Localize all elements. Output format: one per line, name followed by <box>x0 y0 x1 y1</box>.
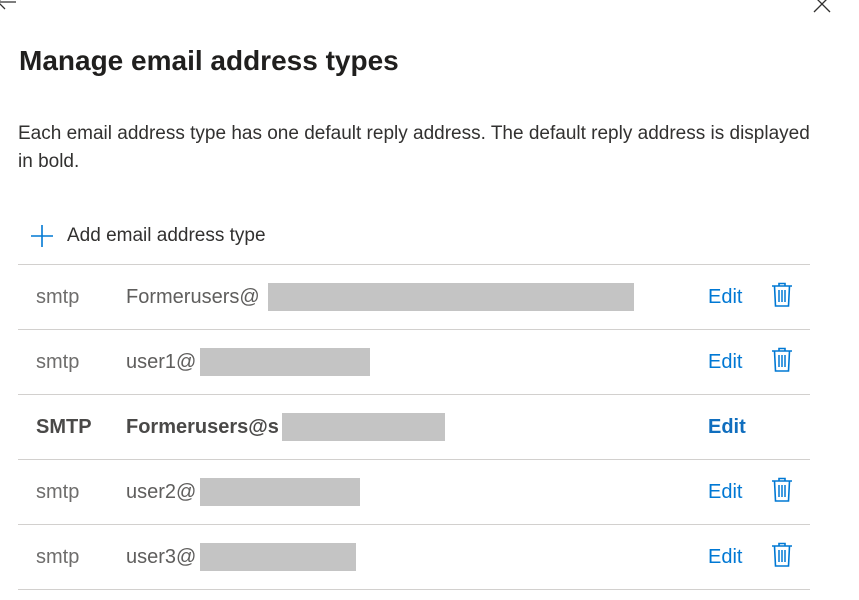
trash-icon <box>772 347 792 372</box>
address-type: smtp <box>36 351 80 373</box>
trash-icon <box>772 542 792 567</box>
delete-button[interactable] <box>771 477 793 503</box>
edit-link[interactable]: Edit <box>708 416 746 439</box>
address-type: smtp <box>36 286 80 308</box>
back-arrow-icon <box>0 0 16 10</box>
trash-icon <box>772 477 792 502</box>
email-address: Formerusers@s <box>126 416 279 438</box>
email-address-list: smtp Formerusers@ Edit smtp user1@ Edit <box>18 264 810 590</box>
delete-button[interactable] <box>771 542 793 568</box>
edit-link[interactable]: Edit <box>708 481 742 504</box>
redacted-block <box>200 543 356 571</box>
email-address: Formerusers@ <box>126 286 260 308</box>
close-icon <box>813 0 831 13</box>
email-address-row-default: SMTP Formerusers@s Edit <box>18 395 810 460</box>
redacted-block <box>282 413 445 441</box>
redacted-block <box>268 283 634 311</box>
email-address-row: smtp user1@ Edit <box>18 330 810 395</box>
delete-button[interactable] <box>771 347 793 373</box>
add-email-address-type-button[interactable]: Add email address type <box>30 220 266 252</box>
edit-link[interactable]: Edit <box>708 286 742 309</box>
add-email-address-type-label: Add email address type <box>67 225 266 246</box>
redacted-block <box>200 478 360 506</box>
manage-email-types-panel: Manage email address types Each email ad… <box>0 0 859 600</box>
email-address: user3@ <box>126 546 197 568</box>
address-type: SMTP <box>36 416 92 438</box>
delete-button[interactable] <box>771 282 793 308</box>
panel-title: Manage email address types <box>19 45 399 76</box>
email-address-row: smtp user3@ Edit <box>18 525 810 590</box>
close-button[interactable] <box>810 0 834 16</box>
email-address: user2@ <box>126 481 197 503</box>
edit-link[interactable]: Edit <box>708 546 742 569</box>
address-type: smtp <box>36 546 80 568</box>
email-address-row: smtp Formerusers@ Edit <box>18 265 810 330</box>
redacted-block <box>200 348 370 376</box>
back-button[interactable] <box>0 0 20 12</box>
panel-description: Each email address type has one default … <box>18 123 810 172</box>
trash-icon <box>772 282 792 307</box>
address-type: smtp <box>36 481 80 503</box>
plus-icon <box>31 225 53 247</box>
email-address-row: smtp user2@ Edit <box>18 460 810 525</box>
email-address: user1@ <box>126 351 197 373</box>
edit-link[interactable]: Edit <box>708 351 742 374</box>
